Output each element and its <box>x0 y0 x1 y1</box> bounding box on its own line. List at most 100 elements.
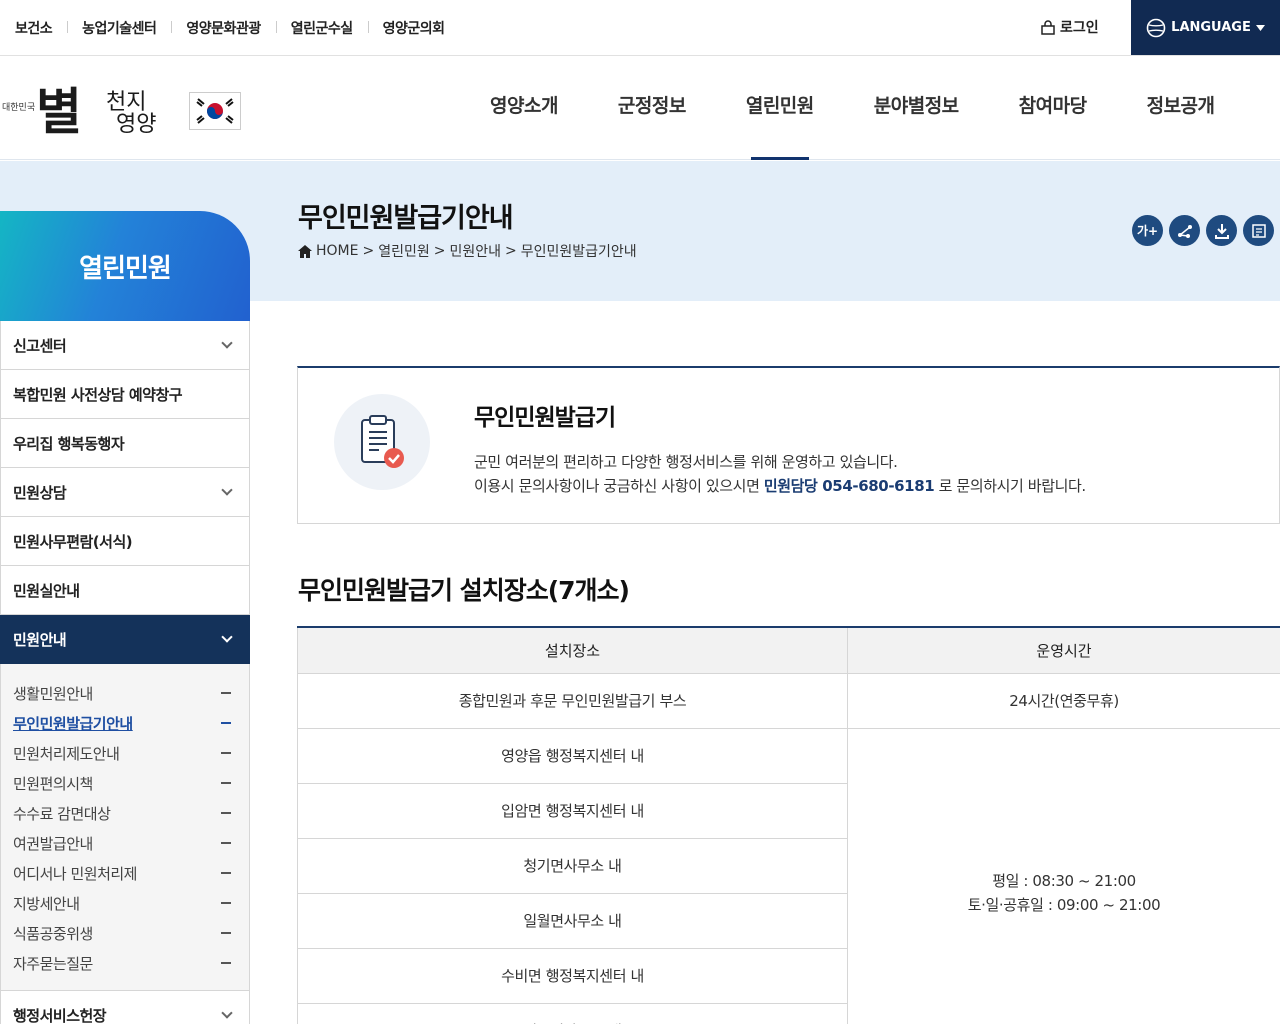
col-header-hours: 운영시간 <box>847 626 1280 674</box>
lnb-label: 민원사무편람(서식) <box>13 532 133 551</box>
dash-icon <box>221 962 231 964</box>
main-navigation: 영양소개 군정정보 열린민원 분야별정보 참여마당 정보공개 <box>460 56 1245 160</box>
lnb-service-charter[interactable]: 행정서비스헌장 <box>0 991 250 1024</box>
lnb-sub-item-active[interactable]: 무인민원발급기안내 <box>1 708 249 738</box>
chevron-down-icon <box>221 484 233 496</box>
globe-icon <box>1146 18 1166 37</box>
lnb-sub-label: 생활민원안내 <box>13 684 93 703</box>
breadcrumb-level2[interactable]: 민원안내 <box>449 241 501 261</box>
chevron-down-icon <box>221 1007 233 1019</box>
info-line1: 군민 여러분의 편리하고 다양한 행정서비스를 위해 운영하고 있습니다. <box>474 453 898 471</box>
chevron-down-icon <box>221 631 233 643</box>
left-navigation: 신고센터 복합민원 사전상담 예약창구 우리집 행복동행자 민원상담 민원사무편… <box>0 321 250 1024</box>
lnb-forms[interactable]: 민원사무편람(서식) <box>0 517 250 566</box>
hours-weekday: 평일 : 08:30 ~ 21:00 <box>992 872 1136 890</box>
lnb-report-center[interactable]: 신고센터 <box>0 321 250 370</box>
contact-phone: 민원담당 054-680-6181 <box>763 477 935 495</box>
table-row: 종합민원과 후문 무인민원발급기 부스 24시간(연중무휴) <box>297 672 1280 729</box>
cell-location: 종합민원과 후문 무인민원발급기 부스 <box>297 672 848 729</box>
top-utility-bar: 보건소 농업기술센터 영양문화관광 열린군수실 영양군의회 로그인 LANGUA… <box>0 0 1280 56</box>
breadcrumb-current: 무인민원발급기안내 <box>520 244 637 260</box>
gnb-open-civil[interactable]: 열린민원 <box>716 56 844 160</box>
lnb-sub-label: 자주묻는질문 <box>13 954 93 973</box>
lnb-sub-item[interactable]: 민원편의시책 <box>1 768 249 798</box>
dash-icon <box>221 842 231 844</box>
korea-flag-icon <box>189 92 241 130</box>
lnb-label: 신고센터 <box>13 336 67 355</box>
info-title: 무인민원발급기 <box>474 405 616 431</box>
lnb-label: 우리집 행복동행자 <box>13 434 125 453</box>
toplink-culture-tour[interactable]: 영양문화관광 <box>171 18 275 38</box>
info-line2-post: 로 문의하시기 바랍니다. <box>934 477 1087 495</box>
clipboard-check-icon <box>334 394 430 490</box>
lnb-civil-guide[interactable]: 민원안내 <box>0 615 250 664</box>
lock-icon <box>1041 20 1055 35</box>
lnb-sub-item[interactable]: 여권발급안내 <box>1 828 249 858</box>
lnb-happy-companion[interactable]: 우리집 행복동행자 <box>0 419 250 468</box>
table-row: 영양읍 행정복지센터 내 평일 : 08:30 ~ 21:00 토·일·공휴일 … <box>297 727 1280 1024</box>
gnb-info-disclosure[interactable]: 정보공개 <box>1117 56 1245 160</box>
hours-weekend: 토·일·공휴일 : 09:00 ~ 21:00 <box>967 896 1161 914</box>
lnb-pre-consult[interactable]: 복합민원 사전상담 예약창구 <box>0 370 250 419</box>
print-icon <box>1251 223 1266 238</box>
font-size-button[interactable]: 가+ <box>1132 215 1163 246</box>
caret-down-icon <box>1255 24 1265 31</box>
breadcrumb-home[interactable]: HOME <box>316 243 358 259</box>
cell-location: 석보면사무소 내 <box>297 1002 848 1024</box>
cell-location: 수비면 행정복지센터 내 <box>297 947 848 1004</box>
gnb-field-info[interactable]: 분야별정보 <box>844 56 989 160</box>
toplink-health-center[interactable]: 보건소 <box>0 18 67 38</box>
share-icon <box>1177 224 1192 238</box>
dash-icon <box>221 812 231 814</box>
print-button[interactable] <box>1243 215 1274 246</box>
lnb-sub-item[interactable]: 식품공중위생 <box>1 918 249 948</box>
toplink-agri-center[interactable]: 농업기술센터 <box>67 18 171 38</box>
breadcrumb-level1[interactable]: 열린민원 <box>378 241 430 261</box>
cell-hours: 24시간(연중무휴) <box>847 672 1280 729</box>
section-title: 무인민원발급기 설치장소(7개소) <box>298 576 630 605</box>
info-line2: 이용시 문의사항이나 궁금하신 사항이 있으시면 민원담당 054-680-61… <box>474 474 1086 498</box>
dash-icon <box>221 872 231 874</box>
dash-icon <box>221 722 231 724</box>
dash-icon <box>221 902 231 904</box>
dash-icon <box>221 692 231 694</box>
site-logo[interactable]: 대한민국 별 천지 영양 <box>0 72 250 144</box>
lnb-sub-item[interactable]: 수수료 감면대상 <box>1 798 249 828</box>
gnb-intro[interactable]: 영양소개 <box>460 56 588 160</box>
cell-location: 청기면사무소 내 <box>297 837 848 894</box>
kiosk-location-table: 설치장소 운영시간 종합민원과 후문 무인민원발급기 부스 24시간(연중무휴)… <box>297 626 1280 1024</box>
lnb-label: 민원상담 <box>13 483 67 502</box>
home-icon <box>298 244 312 258</box>
family-site-links: 보건소 농업기술센터 영양문화관광 열린군수실 영양군의회 <box>0 0 460 55</box>
lnb-label: 복합민원 사전상담 예약창구 <box>13 385 183 404</box>
logo-subtext: 천지 영양 <box>106 92 156 136</box>
lnb-sub-label: 민원처리제도안내 <box>13 744 120 763</box>
lnb-sub-item[interactable]: 생활민원안내 <box>1 678 249 708</box>
chevron-down-icon <box>221 337 233 349</box>
lnb-sub-item[interactable]: 민원처리제도안내 <box>1 738 249 768</box>
breadcrumb-separator: > <box>505 243 517 259</box>
gnb-county-info[interactable]: 군정정보 <box>588 56 716 160</box>
logo-country-text: 대한민국 <box>2 103 36 113</box>
lnb-sub-item[interactable]: 자주묻는질문 <box>1 948 249 978</box>
toplink-county-council[interactable]: 영양군의회 <box>367 18 460 38</box>
download-button[interactable] <box>1206 215 1237 246</box>
lnb-civil-consult[interactable]: 민원상담 <box>0 468 250 517</box>
lnb-civil-office[interactable]: 민원실안내 <box>0 566 250 615</box>
language-button[interactable]: LANGUAGE <box>1131 0 1280 55</box>
toplink-mayor-office[interactable]: 열린군수실 <box>275 18 368 38</box>
breadcrumb: HOME > 열린민원 > 민원안내 > 무인민원발급기안내 <box>298 241 637 261</box>
share-button[interactable] <box>1169 215 1200 246</box>
lnb-sub-label: 무인민원발급기안내 <box>13 714 133 733</box>
lnb-sub-item[interactable]: 지방세안내 <box>1 888 249 918</box>
lnb-sub-item[interactable]: 어디서나 민원처리제 <box>1 858 249 888</box>
dash-icon <box>221 782 231 784</box>
lnb-sub-label: 민원편의시책 <box>13 774 93 793</box>
login-button[interactable]: 로그인 <box>1040 17 1099 37</box>
table-header-row: 설치장소 운영시간 <box>297 626 1280 674</box>
lnb-sub-label: 어디서나 민원처리제 <box>13 864 137 883</box>
breadcrumb-separator: > <box>362 243 375 259</box>
page-title: 무인민원발급기안내 <box>298 203 514 234</box>
logo-sub2: 영양 <box>116 112 157 137</box>
gnb-participation[interactable]: 참여마당 <box>989 56 1117 160</box>
